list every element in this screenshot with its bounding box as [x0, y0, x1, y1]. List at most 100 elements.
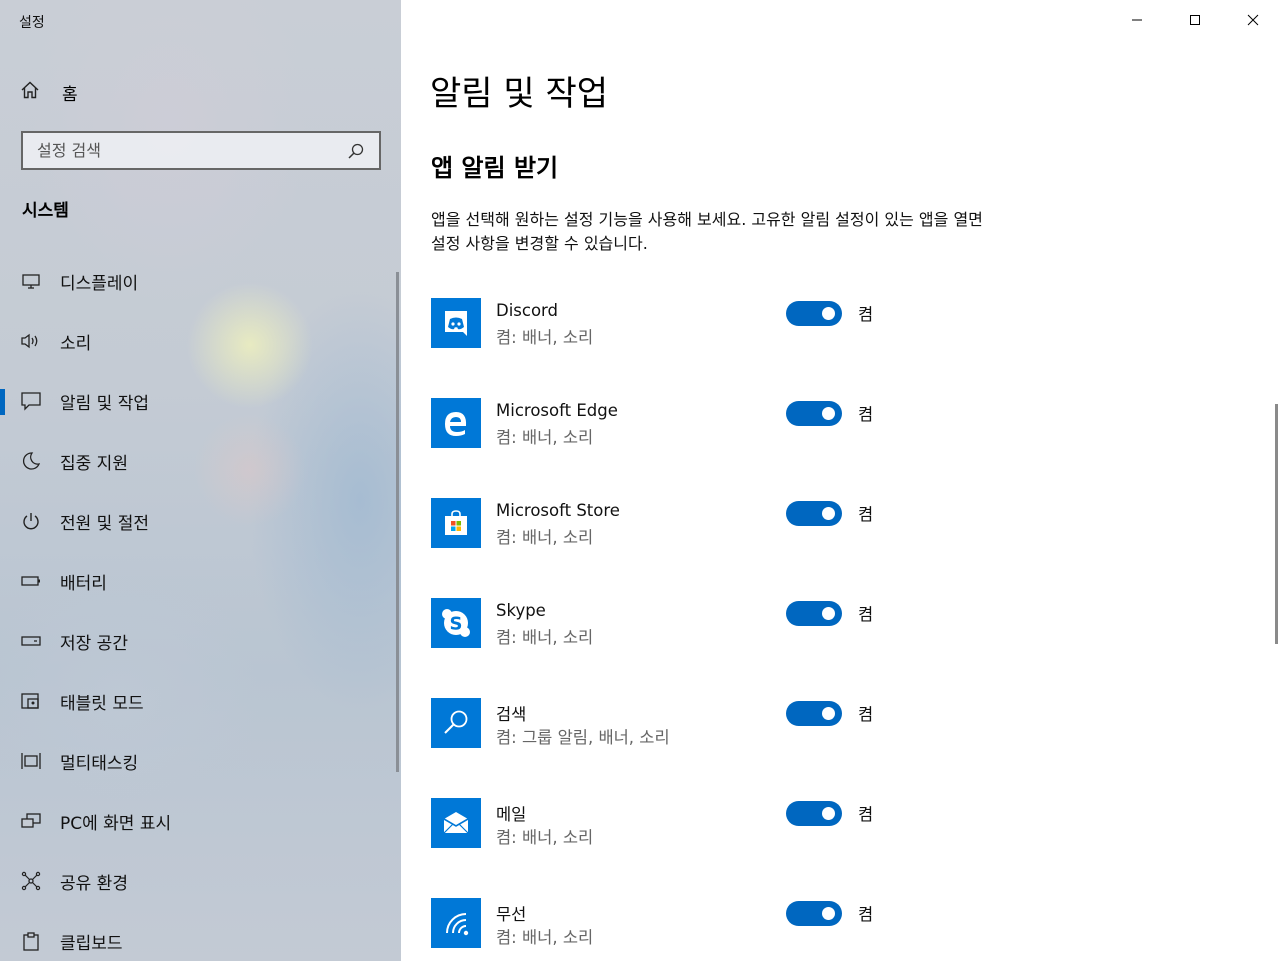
app-notification-detail: 켬: 배너, 소리	[496, 428, 594, 447]
app-notification-detail: 켬: 배너, 소리	[496, 528, 594, 547]
minimize-icon	[1132, 19, 1142, 21]
window-title: 설정	[19, 15, 45, 31]
maximize-button[interactable]	[1166, 0, 1224, 40]
sidebar-item-label: 클립보드	[60, 933, 123, 954]
share-icon	[20, 870, 42, 892]
sidebar-item-label: 태블릿 모드	[60, 693, 144, 714]
maximize-icon	[1190, 15, 1200, 25]
toggle-state-label: 켬	[858, 405, 874, 424]
minimize-button[interactable]	[1108, 0, 1166, 40]
toggle-state-label: 켬	[858, 805, 874, 824]
sidebar-item-label: PC에 화면 표시	[60, 813, 172, 834]
close-icon	[1247, 14, 1259, 26]
app-name: Discord	[496, 301, 559, 320]
sidebar-scrollbar[interactable]	[396, 272, 399, 772]
sidebar-nav: 디스플레이 소리 알림 및 작업 집중 지원 전원 및 절전 배터리 저장 공간	[0, 251, 401, 961]
search-icon[interactable]	[347, 142, 365, 160]
list-item[interactable]: S Skype 켬: 배너, 소리 켬	[431, 598, 911, 698]
tablet-icon	[20, 690, 42, 712]
edge-icon	[431, 398, 481, 448]
display-icon	[20, 270, 42, 292]
sidebar-item-storage[interactable]: 저장 공간	[0, 611, 401, 671]
list-item[interactable]: Microsoft Edge 켬: 배너, 소리 켬	[431, 398, 911, 498]
app-notification-detail: 켬: 그룹 알림, 배너, 소리	[496, 728, 670, 747]
sidebar-item-battery[interactable]: 배터리	[0, 551, 401, 611]
window-controls	[1108, 0, 1282, 40]
sidebar-item-label: 집중 지원	[60, 453, 128, 474]
sidebar-item-label: 알림 및 작업	[60, 393, 150, 414]
sidebar-item-label: 소리	[60, 333, 92, 354]
sidebar-item-label: 멀티태스킹	[60, 753, 139, 774]
section-description: 앱을 선택해 원하는 설정 기능을 사용해 보세요. 고유한 알림 설정이 있는…	[431, 210, 983, 253]
app-name: Microsoft Edge	[496, 401, 618, 420]
clipboard-icon	[20, 930, 42, 952]
sidebar-item-sound[interactable]: 소리	[0, 311, 401, 371]
app-notification-detail: 켬: 배너, 소리	[496, 628, 594, 647]
sidebar-item-focus-assist[interactable]: 집중 지원	[0, 431, 401, 491]
home-label: 홈	[62, 84, 78, 105]
sidebar-item-label: 저장 공간	[60, 633, 128, 654]
toggle-state-label: 켬	[858, 305, 874, 324]
search-app-icon	[431, 698, 481, 748]
toggle-state-label: 켬	[858, 505, 874, 524]
app-name: Skype	[496, 601, 546, 620]
notification-toggle[interactable]	[786, 701, 842, 726]
app-name: 메일	[496, 805, 527, 824]
notification-toggle[interactable]	[786, 801, 842, 826]
settings-search-box[interactable]	[21, 131, 381, 170]
power-icon	[20, 510, 42, 532]
content-scrollbar[interactable]	[1275, 404, 1278, 644]
notification-toggle[interactable]	[786, 401, 842, 426]
notification-toggle[interactable]	[786, 901, 842, 926]
mail-icon	[431, 798, 481, 848]
list-item[interactable]: 메일 켬: 배너, 소리 켬	[431, 798, 911, 898]
notification-toggle[interactable]	[786, 501, 842, 526]
app-name: Microsoft Store	[496, 501, 620, 520]
project-icon	[20, 810, 42, 832]
skype-icon: S	[431, 598, 481, 648]
svg-text:S: S	[450, 614, 463, 635]
main-content: 알림 및 작업 앱 알림 받기 앱을 선택해 원하는 설정 기능을 사용해 보세…	[401, 0, 1282, 961]
toggle-state-label: 켬	[858, 905, 874, 924]
sidebar-item-project[interactable]: PC에 화면 표시	[0, 791, 401, 851]
sidebar-item-tablet-mode[interactable]: 태블릿 모드	[0, 671, 401, 731]
sidebar-item-clipboard[interactable]: 클립보드	[0, 911, 401, 961]
list-item[interactable]: Discord 켬: 배너, 소리 켬	[431, 298, 911, 398]
wireless-icon	[431, 898, 481, 948]
battery-icon	[20, 570, 42, 592]
home-button[interactable]: 홈	[20, 78, 78, 106]
discord-icon	[431, 298, 481, 348]
sidebar-item-label: 디스플레이	[60, 273, 139, 294]
storage-icon	[20, 630, 42, 652]
list-item[interactable]: 무선 켬: 배너, 소리 켬	[431, 898, 911, 961]
sidebar-item-multitasking[interactable]: 멀티태스킹	[0, 731, 401, 791]
sidebar-item-label: 공유 환경	[60, 873, 128, 894]
list-item[interactable]: 검색 켬: 그룹 알림, 배너, 소리 켬	[431, 698, 911, 798]
page-title: 알림 및 작업	[430, 74, 609, 114]
notification-toggle[interactable]	[786, 601, 842, 626]
speaker-icon	[20, 330, 42, 352]
home-icon	[20, 80, 40, 104]
close-button[interactable]	[1224, 0, 1282, 40]
sidebar-item-label: 전원 및 절전	[60, 513, 150, 534]
section-title-system: 시스템	[22, 201, 69, 221]
sidebar-item-display[interactable]: 디스플레이	[0, 251, 401, 311]
app-notification-detail: 켬: 배너, 소리	[496, 828, 594, 847]
sidebar: 설정 홈 시스템 디스플레이 소리 알림 및 작업 집중 지원	[0, 0, 401, 961]
app-name: 무선	[496, 905, 527, 924]
sidebar-item-notifications[interactable]: 알림 및 작업	[0, 371, 401, 431]
app-notification-detail: 켬: 배너, 소리	[496, 328, 594, 347]
multitasking-icon	[20, 750, 42, 772]
store-icon	[431, 498, 481, 548]
settings-search-input[interactable]	[37, 141, 347, 160]
list-item[interactable]: Microsoft Store 켬: 배너, 소리 켬	[431, 498, 911, 598]
notification-toggle[interactable]	[786, 301, 842, 326]
toggle-state-label: 켬	[858, 705, 874, 724]
app-notification-list: Discord 켬: 배너, 소리 켬 Microsoft Edge 켬: 배너…	[431, 298, 911, 961]
sidebar-item-shared-experiences[interactable]: 공유 환경	[0, 851, 401, 911]
app-notification-detail: 켬: 배너, 소리	[496, 928, 594, 947]
app-name: 검색	[496, 705, 527, 724]
sidebar-item-power[interactable]: 전원 및 절전	[0, 491, 401, 551]
toggle-state-label: 켬	[858, 605, 874, 624]
section-heading: 앱 알림 받기	[431, 154, 559, 182]
